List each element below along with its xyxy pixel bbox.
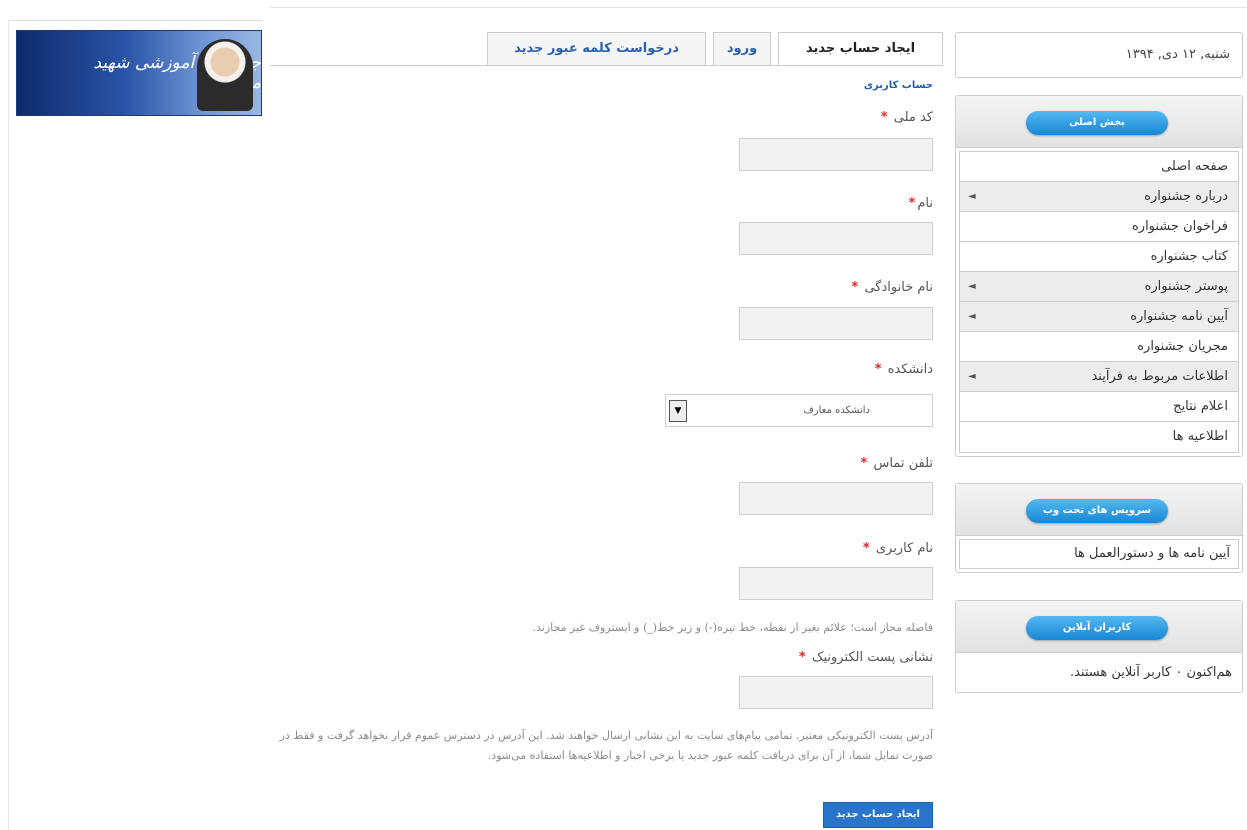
tab-request-password[interactable]: درخواست کلمه عبور جدید [487,32,706,66]
online-users-text: هم‌اکنون ۰ کاربر آنلاین هستند. [1070,665,1232,680]
menu-item-call[interactable]: فراخوان جشنواره [960,212,1238,242]
account-tabs: درخواست کلمه عبور جدید ورود ایجاد حساب ج… [487,32,943,66]
top-divider [270,7,1247,8]
username-label: نام کاربری * [862,541,933,556]
web-services-header: سرویس های تحت وب [956,484,1242,536]
submenu-arrow-icon: ◄ [968,191,976,202]
online-users-panel: کاربران آنلاین هم‌اکنون ۰ کاربر آنلاین ه… [955,600,1243,693]
required-mark: * [851,280,859,295]
tab-create-account[interactable]: ایجاد حساب جدید [778,32,943,66]
required-mark: * [874,362,882,377]
menu-item-rules[interactable]: آیین نامه جشنواره ◄ [960,302,1238,332]
main-menu-header: بخش اصلی [956,96,1242,148]
tab-login[interactable]: ورود [713,32,771,66]
online-users-header: کاربران آنلاین [956,601,1242,653]
required-mark: * [880,110,888,125]
required-mark: * [862,541,870,556]
phone-input[interactable] [739,482,933,515]
submenu-arrow-icon: ◄ [968,371,976,382]
national-code-label: کد ملی * [880,110,933,125]
faculty-selected: دانشکده معارف [803,405,870,416]
required-mark: * [908,196,916,211]
username-input[interactable] [739,567,933,600]
faculty-label: دانشکده * [874,362,933,377]
header-divider [10,20,262,21]
username-hint: فاصله مجاز است؛ علائم بغیر از نقطه، خط ت… [532,621,933,634]
first-name-label: نام* [908,196,933,211]
required-mark: * [798,650,806,665]
site-banner[interactable]: جشنواره آموزشی شهید مطهری [16,30,262,116]
web-services-link[interactable]: آیین نامه ها و دستورالعمل ها [959,539,1239,569]
tabs-divider [270,65,943,66]
submenu-arrow-icon: ◄ [968,311,976,322]
menu-item-home[interactable]: صفحه اصلی [960,152,1238,182]
required-mark: * [860,456,868,471]
menu-item-book[interactable]: کتاب جشنواره [960,242,1238,272]
create-account-button[interactable]: ایجاد حساب جدید [823,802,933,828]
email-label: نشانی پست الکترونیک * [798,650,933,665]
first-name-input[interactable] [739,222,933,255]
email-input[interactable] [739,676,933,709]
date-display: شنبه, ۱۲ دی, ۱۳۹۴ [955,32,1243,78]
left-border [8,20,9,830]
web-services-panel: سرویس های تحت وب آیین نامه ها و دستورالع… [955,483,1243,573]
menu-item-about[interactable]: درباره جشنواره ◄ [960,182,1238,212]
phone-label: تلفن تماس * [860,456,933,471]
menu-item-poster[interactable]: پوستر جشنواره ◄ [960,272,1238,302]
menu-item-results[interactable]: اعلام نتایج [960,392,1238,422]
menu-item-process-info[interactable]: اطلاعات مربوط به فرآیند ◄ [960,362,1238,392]
web-services-title: سرویس های تحت وب [1026,499,1168,523]
submenu-arrow-icon: ◄ [968,281,976,292]
online-users-title: کاربران آنلاین [1026,616,1168,640]
national-code-input[interactable] [739,138,933,171]
menu-item-organizers[interactable]: مجریان جشنواره [960,332,1238,362]
main-menu-title: بخش اصلی [1026,111,1168,135]
menu-item-announcements[interactable]: اطلاعیه ها [960,422,1238,452]
dropdown-arrow-icon[interactable]: ▼ [669,400,687,422]
section-title: حساب کاربری [863,80,933,91]
portrait-image [197,39,253,111]
faculty-select[interactable]: دانشکده معارف ▼ [665,394,933,427]
last-name-label: نام خانوادگی * [851,280,933,295]
last-name-input[interactable] [739,307,933,340]
main-menu: صفحه اصلی درباره جشنواره ◄ فراخوان جشنوار… [959,151,1239,453]
main-menu-panel: بخش اصلی صفحه اصلی درباره جشنواره ◄ فراخو… [955,95,1243,457]
email-hint: آدرس پست الکترونیکی معتبر. تمامی پیام‌ها… [279,729,933,762]
